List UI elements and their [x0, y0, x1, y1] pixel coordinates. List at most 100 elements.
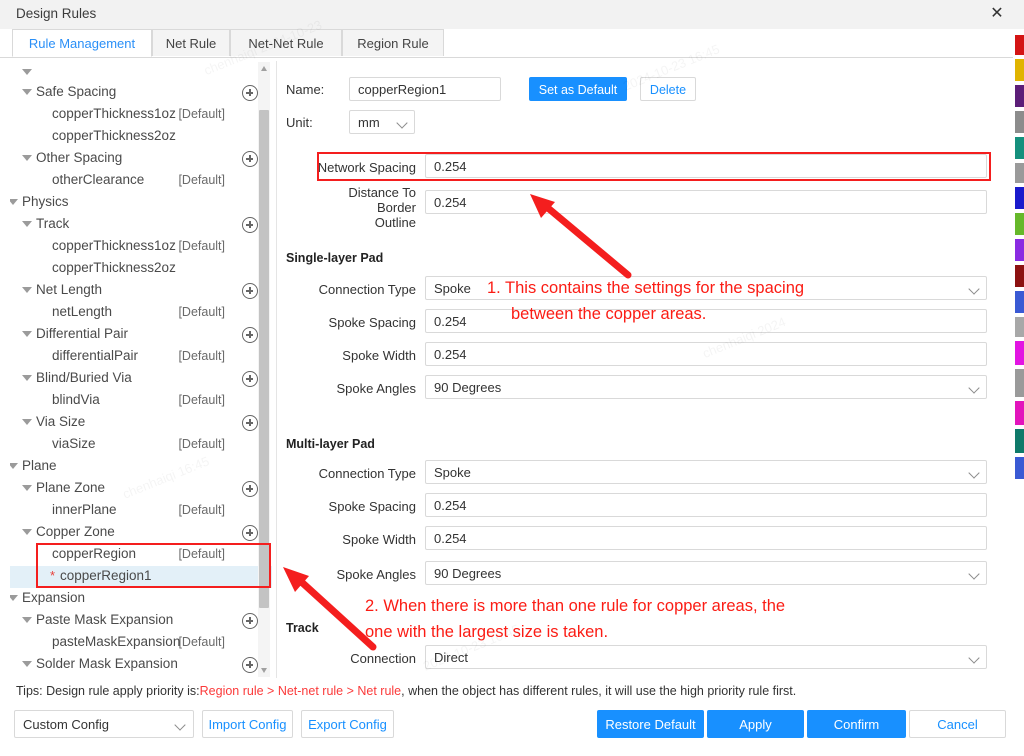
tab-net-net-rule[interactable]: Net-Net Rule: [230, 29, 342, 56]
ml-spoke-angles-select[interactable]: 90 Degrees: [425, 561, 987, 585]
caret-down-icon[interactable]: [22, 89, 32, 95]
default-tag: [Default]: [178, 635, 225, 649]
tree-item-solder-mask-expansion[interactable]: Solder Mask Expansion: [10, 654, 272, 676]
add-rule-icon[interactable]: [242, 371, 258, 387]
tree-item-label: viaSize: [52, 436, 96, 451]
window-titlebar: Design Rules ✕: [0, 0, 1024, 30]
tab-net-rule[interactable]: Net Rule: [152, 29, 230, 56]
caret-down-icon[interactable]: [10, 595, 18, 601]
import-config-button[interactable]: Import Config: [202, 710, 293, 738]
add-rule-icon[interactable]: [242, 481, 258, 497]
ml-spoke-spacing-input[interactable]: 0.254: [425, 493, 987, 517]
tree-item-label: Physics: [22, 194, 69, 209]
sl-spoke-angles-select[interactable]: 90 Degrees: [425, 375, 987, 399]
tree-item-blind-buried-via[interactable]: Blind/Buried Via: [10, 368, 272, 390]
sl-spoke-spacing-input[interactable]: 0.254: [425, 309, 987, 333]
rule-tree[interactable]: Safe Spacing copperThickness1oz [Default] c…: [10, 61, 272, 678]
tree-item-differential-pair[interactable]: Differential Pair: [10, 324, 272, 346]
tree-item-copperthickness2oz[interactable]: copperThickness2oz: [10, 258, 272, 280]
tree-item-copperthickness1oz[interactable]: copperThickness1oz [Default]: [10, 236, 272, 258]
delete-button[interactable]: Delete: [640, 77, 696, 101]
tree-item-label: Track: [36, 216, 70, 231]
tree-item-innerplane[interactable]: innerPlane [Default]: [10, 500, 272, 522]
add-rule-icon[interactable]: [242, 525, 258, 541]
apply-button[interactable]: Apply: [707, 710, 804, 738]
tree-item-copperregion1[interactable]: * copperRegion1: [10, 566, 272, 588]
tree-item-physics[interactable]: Physics: [10, 192, 272, 214]
caret-down-icon[interactable]: [22, 155, 32, 161]
add-rule-icon[interactable]: [242, 85, 258, 101]
caret-down-icon[interactable]: [22, 617, 32, 623]
set-as-default-button[interactable]: Set as Default: [529, 77, 627, 101]
track-connection-select[interactable]: Direct: [425, 645, 987, 669]
add-rule-icon[interactable]: [242, 415, 258, 431]
tree-item-plane-zone[interactable]: Plane Zone: [10, 478, 272, 500]
tree-item-copper-zone[interactable]: Copper Zone: [10, 522, 272, 544]
tree-item-blindvia[interactable]: blindVia [Default]: [10, 390, 272, 412]
tree-item-pastemaskexpansion[interactable]: pasteMaskExpansion [Default]: [10, 632, 272, 654]
caret-down-icon[interactable]: [10, 463, 18, 469]
config-select[interactable]: Custom Config: [14, 710, 194, 738]
tree-item-safe-spacing[interactable]: Safe Spacing: [10, 82, 272, 104]
add-rule-icon[interactable]: [242, 613, 258, 629]
modified-star-icon: *: [50, 568, 56, 583]
ml-connection-type-select[interactable]: Spoke: [425, 460, 987, 484]
tree-item-net-length[interactable]: Net Length: [10, 280, 272, 302]
tree-item-copperthickness1oz[interactable]: copperThickness1oz [Default]: [10, 104, 272, 126]
tree-item-label: blindVia: [52, 392, 100, 407]
tree-item-paste-mask-expansion[interactable]: Paste Mask Expansion: [10, 610, 272, 632]
tree-item-label: copperThickness1oz: [52, 238, 176, 253]
cancel-button[interactable]: Cancel: [909, 710, 1006, 738]
caret-down-icon[interactable]: [22, 529, 32, 535]
add-rule-icon[interactable]: [242, 327, 258, 343]
ml-spoke-width-input[interactable]: 0.254: [425, 526, 987, 550]
tree-item-otherclearance[interactable]: otherClearance [Default]: [10, 170, 272, 192]
caret-down-icon[interactable]: [22, 485, 32, 491]
caret-down-icon[interactable]: [22, 661, 32, 667]
tree-item-copperthickness2oz[interactable]: copperThickness2oz: [10, 126, 272, 148]
name-input[interactable]: copperRegion1: [349, 77, 501, 101]
tree-item-plane[interactable]: Plane: [10, 456, 272, 478]
caret-down-icon[interactable]: [22, 375, 32, 381]
tree-item-netlength[interactable]: netLength [Default]: [10, 302, 272, 324]
caret-down-icon[interactable]: [22, 69, 32, 75]
tree-item-via-size[interactable]: Via Size: [10, 412, 272, 434]
add-rule-icon[interactable]: [242, 217, 258, 233]
sl-connection-type-select[interactable]: Spoke: [425, 276, 987, 300]
scroll-down-arrow-icon[interactable]: [261, 668, 267, 673]
network-spacing-label: Network Spacing: [317, 160, 416, 175]
tree-item-differentialpair[interactable]: differentialPair [Default]: [10, 346, 272, 368]
layer-color-swatch: [1015, 457, 1024, 479]
tree-item-expansion[interactable]: Expansion: [10, 588, 272, 610]
add-rule-icon[interactable]: [242, 283, 258, 299]
tree-scrollbar[interactable]: [258, 62, 270, 677]
network-spacing-input[interactable]: 0.254: [425, 154, 987, 178]
caret-down-icon[interactable]: [22, 419, 32, 425]
tree-item-viasize[interactable]: viaSize [Default]: [10, 434, 272, 456]
tree-item-clipped[interactable]: [10, 62, 272, 84]
tab-region-rule[interactable]: Region Rule: [342, 29, 444, 56]
export-config-button[interactable]: Export Config: [301, 710, 394, 738]
caret-down-icon[interactable]: [10, 199, 18, 205]
tab-rule-management[interactable]: Rule Management: [12, 29, 152, 57]
caret-down-icon[interactable]: [22, 331, 32, 337]
close-icon[interactable]: ✕: [978, 0, 1016, 28]
tree-item-other-spacing[interactable]: Other Spacing: [10, 148, 272, 170]
tree-item-track[interactable]: Track: [10, 214, 272, 236]
restore-default-button[interactable]: Restore Default: [597, 710, 704, 738]
tree-item-copperregion[interactable]: copperRegion [Default]: [10, 544, 272, 566]
scrollbar-thumb[interactable]: [259, 110, 269, 608]
distance-to-border-outline-input[interactable]: 0.254: [425, 190, 987, 214]
add-rule-icon[interactable]: [242, 657, 258, 673]
scroll-up-arrow-icon[interactable]: [261, 66, 267, 71]
caret-down-icon[interactable]: [22, 287, 32, 293]
tree-item-label: copperThickness1oz: [52, 106, 176, 121]
chevron-down-icon: [968, 467, 980, 479]
unit-select[interactable]: mm: [349, 110, 415, 134]
sl-spoke-width-input[interactable]: 0.254: [425, 342, 987, 366]
caret-down-icon[interactable]: [22, 221, 32, 227]
layer-color-swatch: [1015, 187, 1024, 209]
confirm-button[interactable]: Confirm: [807, 710, 906, 738]
add-rule-icon[interactable]: [242, 151, 258, 167]
tree-item-label: Plane: [22, 458, 57, 473]
